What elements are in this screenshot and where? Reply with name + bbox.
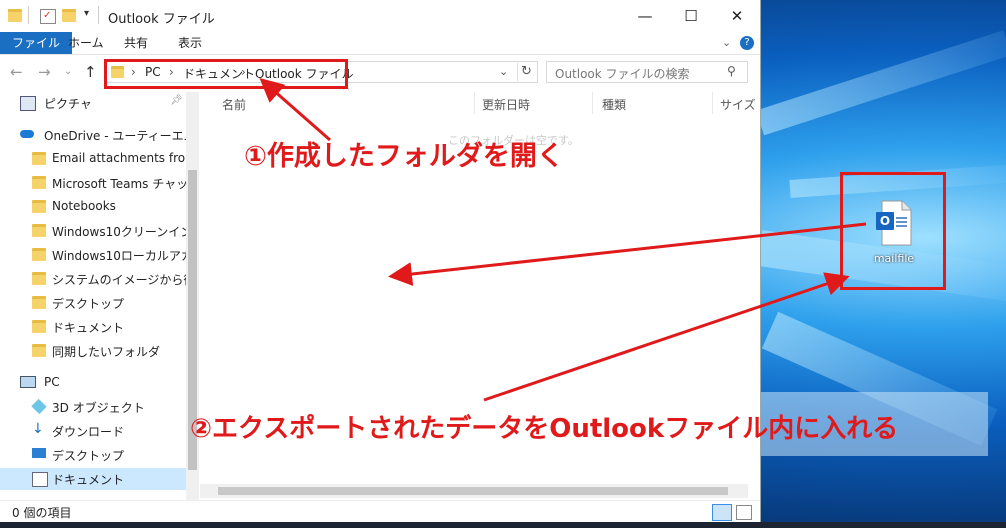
nav-item-pc[interactable]: PC: [0, 372, 186, 394]
properties-icon[interactable]: ✓: [40, 9, 56, 24]
document-icon: [32, 472, 48, 487]
customize-toolbar-icon[interactable]: ▾: [84, 8, 89, 19]
back-arrow-icon[interactable]: ←: [10, 63, 23, 81]
search-icon: ⚲: [727, 64, 736, 78]
nav-item-downloads[interactable]: ↓ ダウンロード: [0, 420, 186, 442]
up-arrow-icon[interactable]: ↑: [84, 63, 97, 81]
nav-item-folder[interactable]: 同期したいフォルダ: [0, 340, 186, 362]
taskbar: [0, 522, 1006, 528]
column-name[interactable]: 名前: [222, 96, 246, 113]
annotation-step2: ②エクスポートされたデータをOutlookファイル内に入れる: [190, 414, 899, 444]
minimize-button[interactable]: —: [622, 0, 668, 32]
nav-item-folder[interactable]: ドキュメント: [0, 316, 186, 338]
address-highlight-box: [104, 59, 348, 89]
search-placeholder: Outlook ファイルの検索: [555, 67, 690, 81]
nav-item-folder[interactable]: Email attachments from F: [0, 148, 186, 170]
nav-item-folder[interactable]: Notebooks: [0, 196, 186, 218]
forward-arrow-icon[interactable]: →: [38, 63, 51, 81]
folder-icon: [32, 248, 46, 261]
folder-icon: [8, 9, 22, 22]
folder-icon: [32, 320, 46, 333]
nav-item-documents[interactable]: ドキュメント: [0, 468, 186, 490]
nav-item-folder[interactable]: Microsoft Teams チャット フ: [0, 172, 186, 194]
address-dropdown-icon[interactable]: ⌄: [499, 65, 508, 78]
column-type[interactable]: 種類: [602, 96, 626, 113]
column-modified[interactable]: 更新日時: [482, 96, 530, 113]
nav-item-pictures[interactable]: ピクチャ 📌︎: [0, 92, 186, 114]
folder-icon: [32, 296, 46, 309]
nav-item-3d-objects[interactable]: 3D オブジェクト: [0, 396, 186, 418]
pictures-icon: [20, 96, 36, 111]
title-bar: ✓ ▾ Outlook ファイル — ☐ ✕: [0, 0, 760, 32]
computer-icon: [20, 376, 36, 388]
folder-icon: [32, 224, 46, 237]
folder-icon: [32, 272, 46, 285]
navigation-pane: ピクチャ 📌︎ OneDrive - ユーティーエム Email attachm…: [0, 92, 198, 500]
desktop-icon: [32, 448, 46, 458]
nav-item-folder[interactable]: システムのイメージから復元: [0, 268, 186, 290]
nav-item-folder[interactable]: デスクトップ: [0, 292, 186, 314]
refresh-icon[interactable]: ↻: [521, 64, 532, 79]
cube-icon: [31, 398, 47, 415]
details-view-icon[interactable]: [712, 504, 732, 521]
column-size[interactable]: サイズ: [720, 96, 756, 113]
horizontal-scrollbar[interactable]: [200, 484, 748, 498]
chevron-down-icon[interactable]: ⌄: [722, 36, 731, 49]
new-folder-icon[interactable]: [62, 9, 76, 22]
help-icon[interactable]: ?: [740, 36, 754, 50]
scrollbar-thumb[interactable]: [218, 487, 728, 495]
pin-icon[interactable]: 📌︎: [170, 95, 183, 106]
folder-icon: [32, 152, 46, 165]
item-count: 0 個の項目: [12, 506, 72, 520]
tab-home[interactable]: ホーム: [56, 32, 116, 54]
desktop-file-label: mailfile: [873, 252, 915, 265]
close-button[interactable]: ✕: [714, 0, 760, 32]
tab-view[interactable]: 表示: [166, 32, 214, 54]
search-input[interactable]: Outlook ファイルの検索 ⚲: [546, 61, 748, 83]
folder-icon: [32, 200, 46, 213]
status-bar: 0 個の項目: [0, 500, 760, 523]
window-title: Outlook ファイル: [108, 12, 215, 27]
nav-item-folder[interactable]: Windows10ローカルアカウン: [0, 244, 186, 266]
nav-item-desktop[interactable]: デスクトップ: [0, 444, 186, 466]
folder-icon: [32, 344, 46, 357]
tab-share[interactable]: 共有: [112, 32, 160, 54]
cloud-icon: [20, 130, 34, 138]
recent-locations-icon[interactable]: ⌄: [64, 66, 72, 77]
maximize-button[interactable]: ☐: [668, 0, 714, 32]
download-arrow-icon: ↓: [32, 421, 44, 437]
annotation-step1: ①作成したフォルダを開く: [244, 141, 564, 172]
large-icons-view-icon[interactable]: [736, 505, 752, 520]
nav-item-onedrive[interactable]: OneDrive - ユーティーエム: [0, 124, 186, 146]
nav-item-folder[interactable]: Windows10クリーンインスト: [0, 220, 186, 242]
ribbon: ファイル ホーム 共有 表示 ⌄ ?: [0, 32, 760, 55]
outlook-badge: O: [879, 214, 891, 228]
folder-icon: [32, 176, 46, 189]
